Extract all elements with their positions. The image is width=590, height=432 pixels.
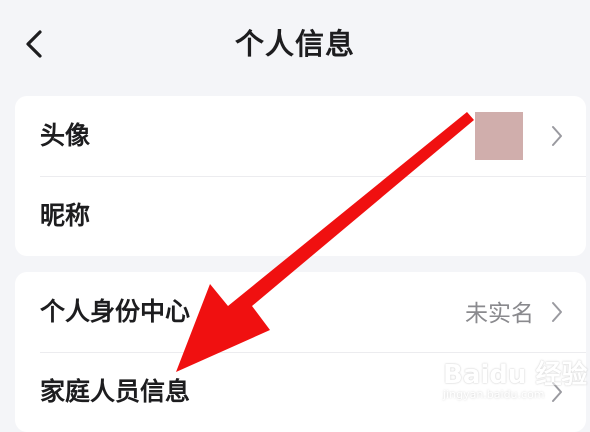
avatar-row[interactable]: 头像 bbox=[15, 96, 586, 176]
avatar[interactable] bbox=[475, 112, 523, 160]
row-label: 个人身份中心 bbox=[40, 297, 191, 326]
profile-card: 头像 昵称 bbox=[15, 96, 586, 256]
row-label: 昵称 bbox=[40, 201, 91, 230]
row-label: 头像 bbox=[40, 121, 91, 150]
row-label: 家庭人员信息 bbox=[40, 377, 191, 406]
page-title: 个人信息 bbox=[234, 27, 355, 61]
nickname-row[interactable]: 昵称 bbox=[15, 176, 586, 256]
verification-status: 未实名 bbox=[465, 301, 534, 327]
chevron-right-icon bbox=[552, 382, 562, 402]
chevron-right-icon bbox=[552, 126, 562, 146]
identity-center-row[interactable]: 个人身份中心 未实名 bbox=[15, 272, 586, 352]
identity-card: 个人身份中心 未实名 家庭人员信息 bbox=[15, 272, 586, 432]
top-bar: 个人信息 bbox=[0, 0, 590, 88]
family-members-row[interactable]: 家庭人员信息 bbox=[15, 352, 586, 432]
chevron-right-icon bbox=[552, 302, 562, 322]
